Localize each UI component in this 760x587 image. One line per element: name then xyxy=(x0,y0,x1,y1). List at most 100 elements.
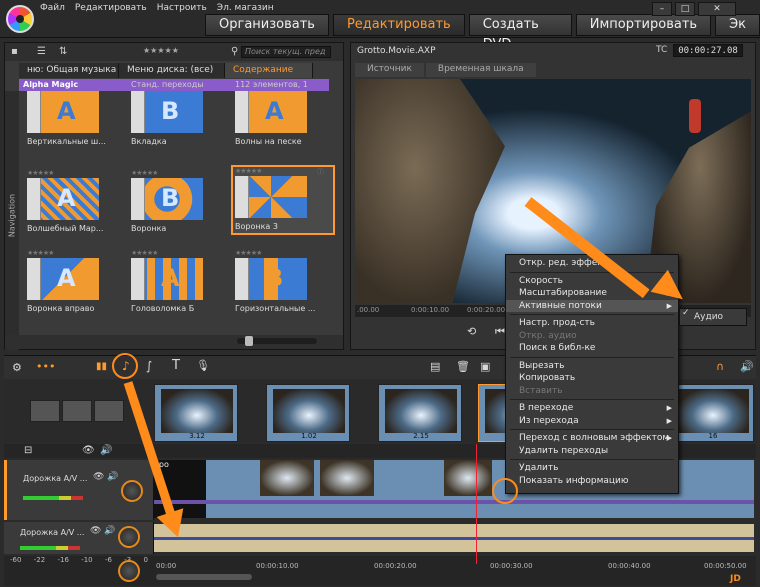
library-search-input[interactable]: Поиск текущ. пред xyxy=(241,46,331,58)
minimize-icon[interactable]: – xyxy=(652,2,672,16)
storyboard-slot[interactable] xyxy=(30,400,60,422)
volume-icon[interactable]: 🔊 xyxy=(100,445,112,456)
rating-stars[interactable]: ★★★★★ xyxy=(131,169,231,178)
menu-item-out-transition[interactable]: Из перехода ▶ xyxy=(506,415,678,428)
menu-edit[interactable]: Редактировать xyxy=(75,3,147,13)
tab-music[interactable]: ню: Общая музыка xyxy=(19,63,119,78)
split-icon[interactable]: ▣ xyxy=(480,360,490,373)
eye-icon[interactable]: 👁 xyxy=(93,472,104,482)
clip[interactable] xyxy=(260,460,314,496)
clip[interactable] xyxy=(320,460,374,496)
close-icon[interactable]: ✕ xyxy=(698,2,736,16)
tab-import[interactable]: Импортировать xyxy=(575,14,712,36)
rating-stars[interactable]: ★★★★★ xyxy=(27,249,127,258)
master-volume-knob[interactable] xyxy=(118,560,140,582)
menu-item-cut[interactable]: Вырезать xyxy=(506,360,678,373)
timeline-scrollbar[interactable] xyxy=(156,574,252,580)
timecode-display[interactable]: 00:00:27.08 xyxy=(673,44,743,57)
library-item[interactable]: ★★★★★ A Волшебный Мар... xyxy=(27,169,127,233)
tab-organize[interactable]: Организовать xyxy=(205,14,329,36)
rating-stars[interactable]: ★★★★★ xyxy=(131,249,231,258)
sort-icon[interactable]: ⇅ xyxy=(59,46,67,57)
voiceover-microphone-icon[interactable]: 🎙 xyxy=(196,359,210,372)
go-start-icon[interactable]: ⏮ xyxy=(495,325,505,339)
pin-icon[interactable]: ▪ xyxy=(11,46,18,57)
library-item[interactable]: A Вертикальные ш... xyxy=(27,91,127,146)
library-item[interactable]: ★★★★★ A Воронка вправо xyxy=(27,249,127,313)
title-icon[interactable]: T xyxy=(172,358,180,373)
menu-item-duration[interactable]: Настр. прод-сть xyxy=(506,317,678,330)
storyboard-slot[interactable] xyxy=(94,400,124,422)
storyboard-clip[interactable]: 1.02 xyxy=(266,384,350,442)
eye-icon[interactable]: 👁 xyxy=(90,526,101,536)
timeline-tick: 00:00:40.00 xyxy=(608,562,651,570)
menu-item-remove-transitions[interactable]: Удалить переходы xyxy=(506,445,678,458)
highlight-ring xyxy=(112,353,138,379)
magnet-icon[interactable]: ∩ xyxy=(716,360,724,373)
volume-knob[interactable] xyxy=(121,480,143,502)
menu-settings[interactable]: Настроить xyxy=(157,3,207,13)
library-item[interactable]: ★★★★★ B Горизонтальные ... xyxy=(235,249,335,313)
menu-store[interactable]: Эл. магазин xyxy=(217,3,274,13)
top-bar: Файл Редактировать Настроить Эл. магазин… xyxy=(0,0,760,52)
audio-track: Дорожка A/V ... 👁 🔊 xyxy=(4,522,756,554)
rating-stars[interactable]: ★★★★★ ⓘ xyxy=(235,167,331,176)
list-view-icon[interactable]: ☰ xyxy=(37,46,46,57)
track-header[interactable]: Дорожка A/V ... 👁 🔊 xyxy=(4,522,154,554)
audio-mixer-icon[interactable]: ▮▮ xyxy=(96,361,107,372)
eye-icon[interactable]: 👁 xyxy=(82,445,95,456)
category-name: Alpha Magic xyxy=(23,80,79,89)
more-icon[interactable]: ••• xyxy=(36,360,55,373)
rating-filter-icon[interactable]: ★★★★★ xyxy=(143,46,179,55)
menu-file[interactable]: Файл xyxy=(40,3,65,13)
add-menu-icon[interactable]: ▤ xyxy=(430,360,440,373)
track-header[interactable]: Дорожка A/V ... 👁 🔊 xyxy=(4,460,154,520)
menu-item-speed[interactable]: Скорость ▶ xyxy=(506,275,678,288)
storyboard-clip[interactable]: 2.15 xyxy=(378,384,462,442)
audio-level-meter xyxy=(20,546,80,550)
menu-item-paste[interactable]: Вставить xyxy=(506,385,678,398)
volume-icon[interactable]: 🔊 xyxy=(104,526,115,536)
tab-timeline[interactable]: Временная шкала xyxy=(425,63,536,77)
settings-gear-icon[interactable]: ⚙ xyxy=(12,361,22,374)
library-item[interactable]: ★★★★★ B Воронка xyxy=(131,169,231,233)
maximize-icon[interactable]: □ xyxy=(675,2,695,16)
tab-edit[interactable]: Редактировать xyxy=(332,14,465,36)
library-item[interactable]: B Вкладка xyxy=(131,91,231,146)
library-item[interactable]: ★★★★★ A Головоломка Б xyxy=(131,249,231,313)
tab-content[interactable]: Содержание xyxy=(225,63,313,78)
tab-disc-menu[interactable]: Меню диска: (все) xyxy=(119,63,225,78)
volume-knob[interactable] xyxy=(118,526,140,548)
library-item-selected[interactable]: ★★★★★ ⓘ Воронка 3 xyxy=(231,165,335,235)
sound-effect-icon[interactable]: ∫ xyxy=(146,359,152,373)
storyboard-slot[interactable] xyxy=(62,400,92,422)
submenu-item-audio[interactable]: Аудио xyxy=(694,312,723,322)
trash-icon[interactable]: 🗑 xyxy=(456,360,470,373)
playhead[interactable] xyxy=(476,444,477,564)
tab-create-dvd[interactable]: Создать DVD xyxy=(468,14,572,52)
track-options-icon[interactable]: ⊟ xyxy=(24,445,32,456)
menu-item-ripple-transition[interactable]: Переход с волновым эффектом ▶ xyxy=(506,432,678,445)
library-item[interactable]: A Волны на песке xyxy=(235,91,335,146)
storyboard-clip[interactable]: 3.12 xyxy=(154,384,238,442)
menu-item-find-in-library[interactable]: Поиск в библ-ке xyxy=(506,342,678,355)
menu-item-delete[interactable]: Удалить xyxy=(506,462,678,475)
speaker-icon[interactable]: 🔊 xyxy=(740,360,754,373)
tab-export[interactable]: Эк xyxy=(715,14,760,36)
menu-item-show-info[interactable]: Показать информацию xyxy=(506,475,678,488)
timeline-tick: 00:00:20.00 xyxy=(374,562,417,570)
tab-source[interactable]: Источник xyxy=(355,63,424,77)
rating-stars[interactable]: ★★★★★ xyxy=(27,169,127,178)
navigation-sidebar[interactable]: Navigation xyxy=(5,91,19,351)
clip[interactable] xyxy=(444,460,492,496)
menu-item-copy[interactable]: Копировать xyxy=(506,372,678,385)
menu-item-active-streams[interactable]: Активные потоки ▶ xyxy=(506,299,678,312)
submenu-active-streams: ✓ Аудио xyxy=(679,308,747,326)
volume-icon[interactable]: 🔊 xyxy=(107,472,118,482)
menu-item-open-audio[interactable]: Откр. аудио xyxy=(506,330,678,343)
loop-icon[interactable]: ⟲ xyxy=(467,325,476,338)
storyboard-clip[interactable]: 16 xyxy=(670,384,754,442)
zoom-slider-handle[interactable] xyxy=(245,336,253,346)
rating-stars[interactable]: ★★★★★ xyxy=(235,249,335,258)
menu-item-in-transition[interactable]: В переходе ▶ xyxy=(506,402,678,415)
